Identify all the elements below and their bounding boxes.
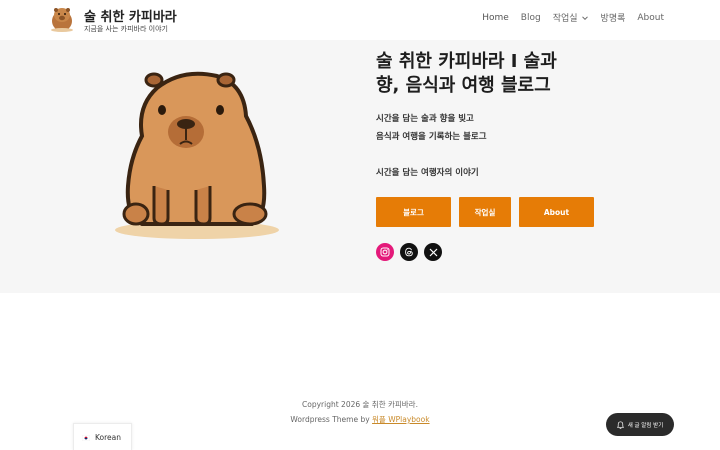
- chevron-down-icon: [581, 15, 588, 20]
- language-label: Korean: [95, 432, 122, 442]
- site-header: 술 취한 카피바라 지금을 사는 카피바라 이야기 Home Blog 작업실 …: [0, 0, 720, 40]
- threads-icon[interactable]: [400, 243, 418, 261]
- new-post-alert-button[interactable]: 새 글 알림 받기: [606, 413, 674, 436]
- footer-copyright: Copyright 2026 술 취한 카피바라.: [302, 400, 418, 409]
- instagram-icon[interactable]: [376, 243, 394, 261]
- nav-home[interactable]: Home: [482, 11, 509, 24]
- x-icon[interactable]: [424, 243, 442, 261]
- hero-title: 술 취한 카피바라 I 술과 향, 음식과 여행 블로그: [376, 51, 557, 96]
- hero-line-2: 음식과 여행을 기록하는 블로그: [376, 132, 487, 142]
- footer-theme-link[interactable]: 워플 WPlaybook: [372, 415, 430, 424]
- main-nav: Home Blog 작업실 방명록 About: [470, 11, 664, 25]
- footer-theme-prefix: Wordpress Theme by: [290, 415, 373, 424]
- hero-line-1: 시간을 담는 술과 향을 빚고: [376, 114, 474, 124]
- blog-button[interactable]: 블로그: [376, 197, 451, 227]
- bell-icon: [616, 420, 624, 429]
- language-switcher[interactable]: Korean: [73, 423, 132, 450]
- site-title[interactable]: 술 취한 카피바라: [84, 6, 177, 25]
- capybara-illustration: [115, 71, 279, 239]
- nav-about[interactable]: About: [637, 11, 664, 24]
- site-tagline: 지금을 사는 카피바라 이야기: [84, 25, 168, 33]
- korea-flag-icon: [81, 434, 91, 442]
- hero-section: [0, 40, 720, 293]
- nav-guestbook[interactable]: 방명록: [601, 11, 626, 24]
- new-post-alert-label: 새 글 알림 받기: [627, 422, 664, 429]
- nav-workshop-label: 작업실: [552, 14, 578, 24]
- workshop-button[interactable]: 작업실: [459, 197, 511, 227]
- about-button[interactable]: About: [519, 197, 594, 227]
- nav-blog[interactable]: Blog: [521, 11, 541, 24]
- hero-line-3: 시간을 담는 여행자의 이야기: [376, 168, 479, 178]
- nav-workshop[interactable]: 작업실: [553, 11, 589, 24]
- capybara-logo-icon[interactable]: [50, 6, 74, 32]
